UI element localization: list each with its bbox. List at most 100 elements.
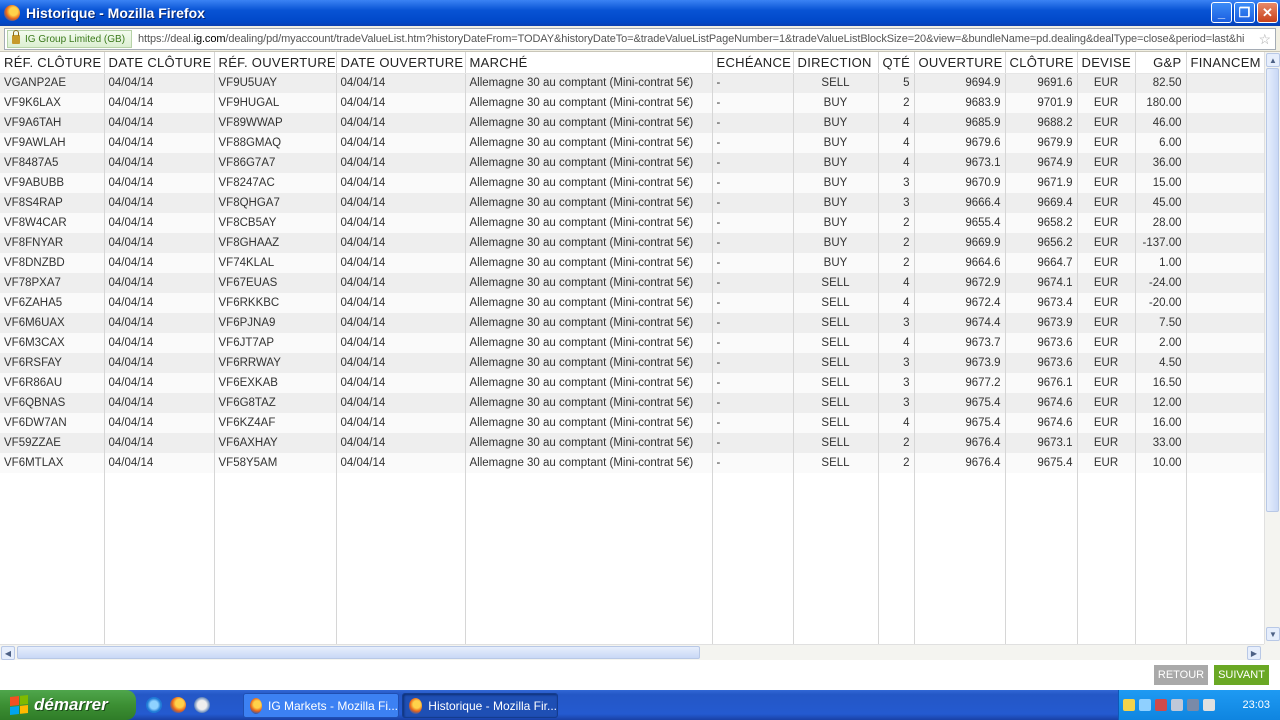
cell-date-cloture: 04/04/14	[104, 253, 215, 273]
cell-gp: 33.00	[1135, 433, 1187, 453]
table-row[interactable]: VF6M6UAX 04/04/14 VF6PJNA9 04/04/14 Allemagn…	[0, 313, 1264, 333]
horizontal-scrollbar[interactable]: ◀ ▶	[0, 644, 1264, 660]
cell-qte: 2	[878, 453, 915, 473]
url-rest: /dealing/pd/myaccount/tradeValueList.htm…	[225, 33, 1245, 45]
column-header-marche[interactable]: MARCHÉ	[465, 52, 713, 74]
taskbar-item-historique[interactable]: Historique - Mozilla Fir...	[402, 693, 558, 718]
empty-cell	[914, 473, 1006, 644]
cell-ref-ouverture: VF89WWAP	[214, 113, 337, 133]
cell-date-ouverture: 04/04/14	[336, 453, 466, 473]
table-row[interactable]: VF6DW7AN 04/04/14 VF6KZ4AF 04/04/14 Allemagn…	[0, 413, 1264, 433]
security-shield-icon[interactable]	[1123, 699, 1135, 711]
column-header-ref-ouverture[interactable]: RÉF. OUVERTURE	[214, 52, 337, 74]
start-button[interactable]: démarrer	[0, 690, 136, 720]
cell-gp: 180.00	[1135, 93, 1187, 113]
cell-cloture: 9673.9	[1005, 313, 1078, 333]
site-identity-button[interactable]: IG Group Limited (GB)	[7, 29, 133, 48]
scroll-right-arrow-icon[interactable]: ▶	[1247, 646, 1261, 660]
table-row[interactable]: VF9K6LAX 04/04/14 VF9HUGAL 04/04/14 Allemagn…	[0, 93, 1264, 113]
column-header-gp[interactable]: G&P	[1135, 52, 1187, 74]
window-titlebar: Historique - Mozilla Firefox _ ❐ ✕	[0, 0, 1280, 26]
cell-direction: BUY	[793, 113, 879, 133]
cell-cloture: 9674.9	[1005, 153, 1078, 173]
table-row[interactable]: VF6R86AU 04/04/14 VF6EXKAB 04/04/14 Allemagn…	[0, 373, 1264, 393]
cell-cloture: 9671.9	[1005, 173, 1078, 193]
table-row[interactable]: VF6RSFAY 04/04/14 VF6RRWAY 04/04/14 Allemagn…	[0, 353, 1264, 373]
cell-echeance: -	[712, 433, 794, 453]
table-row[interactable]: VF6ZAHA5 04/04/14 VF6RKKBC 04/04/14 Allemagn…	[0, 293, 1264, 313]
cell-echeance: -	[712, 453, 794, 473]
column-header-ref-cloture[interactable]: RÉF. CLÔTURE	[0, 52, 105, 74]
minimize-button[interactable]: _	[1211, 2, 1232, 23]
cell-ref-ouverture: VF6RRWAY	[214, 353, 337, 373]
cell-gp: -20.00	[1135, 293, 1187, 313]
cell-ref-cloture: VF6QBNAS	[0, 393, 105, 413]
taskbar-item-ig-markets[interactable]: IG Markets - Mozilla Fi...	[243, 693, 399, 718]
vertical-scroll-thumb[interactable]	[1266, 68, 1279, 512]
column-header-date-cloture[interactable]: DATE CLÔTURE	[104, 52, 215, 74]
table-row[interactable]: VF8W4CAR 04/04/14 VF8CB5AY 04/04/14 Allemagn…	[0, 213, 1264, 233]
table-row[interactable]: VF8DNZBD 04/04/14 VF74KLAL 04/04/14 Allemagn…	[0, 253, 1264, 273]
cell-qte: 2	[878, 433, 915, 453]
back-button[interactable]: RETOUR	[1154, 665, 1208, 685]
cell-date-cloture: 04/04/14	[104, 193, 215, 213]
cell-financement	[1186, 293, 1264, 313]
cell-date-cloture: 04/04/14	[104, 433, 215, 453]
cell-gp: 16.00	[1135, 413, 1187, 433]
column-header-echeance[interactable]: ECHÉANCE	[712, 52, 794, 74]
cell-ref-ouverture: VF8247AC	[214, 173, 337, 193]
antivirus-icon[interactable]	[1155, 699, 1167, 711]
network-icon[interactable]	[1139, 699, 1151, 711]
device-icon[interactable]	[1187, 699, 1199, 711]
scroll-up-arrow-icon[interactable]: ▲	[1266, 53, 1280, 67]
column-header-direction[interactable]: DIRECTION	[793, 52, 879, 74]
close-button[interactable]: ✕	[1257, 2, 1278, 23]
scrollbar-corner	[1264, 644, 1280, 660]
volume-icon[interactable]	[1203, 699, 1215, 711]
column-header-date-ouverture[interactable]: DATE OUVERTURE	[336, 52, 466, 74]
empty-cell	[712, 473, 794, 644]
table-row[interactable]: VF9ABUBB 04/04/14 VF8247AC 04/04/14 Allemagn…	[0, 173, 1264, 193]
maximize-button[interactable]: ❐	[1234, 2, 1255, 23]
table-row[interactable]: VF6QBNAS 04/04/14 VF6G8TAZ 04/04/14 Allemagn…	[0, 393, 1264, 413]
table-header-row: RÉF. CLÔTURE DATE CLÔTURE RÉF. OUVERTURE…	[0, 52, 1264, 74]
firefox-launch-icon[interactable]	[170, 697, 186, 713]
internet-explorer-icon[interactable]	[146, 697, 162, 713]
cell-marche: Allemagne 30 au comptant (Mini-contrat 5…	[465, 253, 713, 273]
horizontal-scroll-thumb[interactable]	[17, 646, 700, 659]
cell-date-ouverture: 04/04/14	[336, 373, 466, 393]
table-row[interactable]: VF6MTLAX 04/04/14 VF58Y5AM 04/04/14 Allemagn…	[0, 453, 1264, 473]
empty-cell	[1077, 473, 1136, 644]
display-icon[interactable]	[1171, 699, 1183, 711]
quick-launch-app-icon[interactable]	[194, 697, 210, 713]
table-row[interactable]: VF9A6TAH 04/04/14 VF89WWAP 04/04/14 Allemagn…	[0, 113, 1264, 133]
trade-history-table-container[interactable]: RÉF. CLÔTURE DATE CLÔTURE RÉF. OUVERTURE…	[0, 52, 1264, 644]
next-button[interactable]: SUIVANT	[1214, 665, 1269, 685]
url-input[interactable]: IG Group Limited (GB) https://deal.ig.co…	[4, 28, 1276, 50]
cell-marche: Allemagne 30 au comptant (Mini-contrat 5…	[465, 113, 713, 133]
column-header-cloture[interactable]: CLÔTURE	[1005, 52, 1078, 74]
cell-date-cloture: 04/04/14	[104, 233, 215, 253]
vertical-scrollbar[interactable]: ▲ ▼	[1264, 52, 1280, 644]
table-row[interactable]: VF8FNYAR 04/04/14 VF8GHAAZ 04/04/14 Allemagn…	[0, 233, 1264, 253]
table-row[interactable]: VGANP2AE 04/04/14 VF9U5UAY 04/04/14 Allemagn…	[0, 73, 1264, 93]
scroll-down-arrow-icon[interactable]: ▼	[1266, 627, 1280, 641]
cell-direction: BUY	[793, 233, 879, 253]
column-header-ouverture[interactable]: OUVERTURE	[914, 52, 1006, 74]
cell-devise: EUR	[1077, 293, 1136, 313]
table-row[interactable]: VF59ZZAE 04/04/14 VF6AXHAY 04/04/14 Allemagn…	[0, 433, 1264, 453]
table-row[interactable]: VF8S4RAP 04/04/14 VF8QHGA7 04/04/14 Allemagn…	[0, 193, 1264, 213]
column-header-qte[interactable]: QTÉ	[878, 52, 915, 74]
cell-ref-cloture: VF6R86AU	[0, 373, 105, 393]
cell-date-ouverture: 04/04/14	[336, 353, 466, 373]
column-header-financement[interactable]: FINANCEM	[1186, 52, 1264, 74]
column-header-devise[interactable]: DEVISE	[1077, 52, 1136, 74]
cell-qte: 3	[878, 393, 915, 413]
table-row[interactable]: VF8487A5 04/04/14 VF86G7A7 04/04/14 Allemagn…	[0, 153, 1264, 173]
cell-cloture: 9674.6	[1005, 393, 1078, 413]
scroll-left-arrow-icon[interactable]: ◀	[1, 646, 15, 660]
table-row[interactable]: VF9AWLAH 04/04/14 VF88GMAQ 04/04/14 Allemagn…	[0, 133, 1264, 153]
table-row[interactable]: VF78PXA7 04/04/14 VF67EUAS 04/04/14 Allemagn…	[0, 273, 1264, 293]
bookmark-star-icon[interactable]: ☆	[1258, 31, 1271, 48]
table-row[interactable]: VF6M3CAX 04/04/14 VF6JT7AP 04/04/14 Allemagn…	[0, 333, 1264, 353]
